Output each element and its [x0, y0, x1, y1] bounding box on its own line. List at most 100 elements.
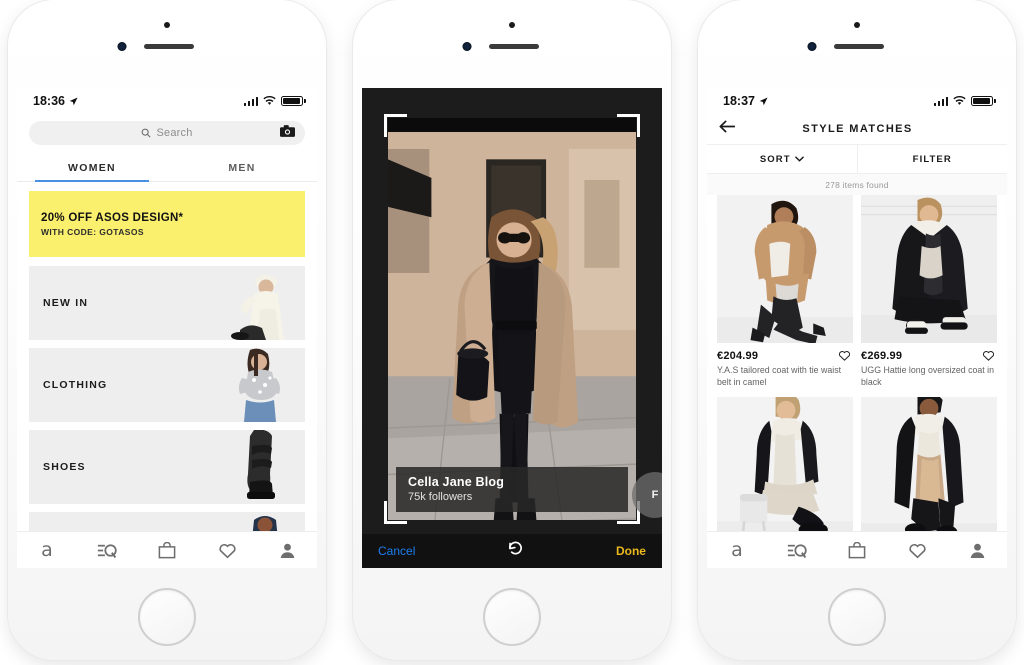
page-title: STYLE MATCHES	[802, 123, 913, 135]
product-photo-seated-black-coat	[717, 396, 853, 545]
heart-icon[interactable]	[838, 349, 851, 362]
tab-account[interactable]	[276, 539, 298, 561]
phone-device-right: 18:37 STYLE MATCHES SORT FILTER 278 item…	[698, 0, 1016, 660]
back-button[interactable]	[719, 120, 736, 138]
sensor-dot-icon	[164, 22, 170, 28]
sort-filter-bar: SORT FILTER	[707, 145, 1007, 174]
product-price: €269.99	[861, 349, 903, 362]
category-card-shoes[interactable]: SHOES	[29, 430, 305, 504]
done-button[interactable]: Done	[616, 544, 646, 558]
phone-bezel-top	[353, 0, 671, 88]
tab-men[interactable]: MEN	[167, 153, 317, 181]
front-camera-icon	[117, 42, 127, 51]
asos-logo-icon: a	[731, 538, 743, 561]
product-card[interactable]: €204.99 Y.A.S tailored coat with tie wai…	[717, 195, 853, 389]
search-placeholder-text: Search	[156, 127, 193, 139]
shopping-bag-icon	[848, 541, 866, 558]
promo-subline: WITH CODE: GOTASOS	[41, 226, 144, 237]
battery-icon	[971, 96, 993, 106]
camera-search-button[interactable]	[280, 124, 295, 142]
home-button[interactable]	[483, 588, 541, 646]
phone3-bottom-tabbar: a	[707, 531, 1007, 568]
camera-toolbar: Cancel Done	[362, 534, 662, 568]
home-button[interactable]	[138, 588, 196, 646]
search-icon	[142, 128, 152, 138]
asos-logo-icon: a	[41, 538, 53, 561]
battery-icon	[281, 96, 303, 106]
heart-icon	[908, 543, 926, 558]
tab-saved[interactable]	[906, 539, 928, 561]
account-person-icon	[970, 543, 984, 558]
search-placeholder-group: Search	[141, 127, 192, 139]
product-price-row: €204.99	[717, 349, 853, 362]
crop-bracket-top-left-icon[interactable]	[384, 114, 407, 137]
phone3-status-bar: 18:37	[707, 88, 1007, 114]
product-card[interactable]: €269.99 UGG Hattie long oversized coat i…	[861, 195, 997, 389]
sort-label: SORT	[759, 153, 791, 165]
location-arrow-icon	[69, 96, 78, 105]
category-card-new-in[interactable]: NEW IN	[29, 266, 305, 340]
search-section: Search	[17, 114, 317, 153]
home-button[interactable]	[828, 588, 886, 646]
tab-bag[interactable]	[156, 539, 178, 561]
photo-top-letterbox	[388, 118, 636, 132]
creator-info-card[interactable]: Cella Jane Blog 75k followers	[396, 467, 628, 512]
creator-name: Cella Jane Blog	[408, 475, 505, 489]
back-arrow-icon	[719, 120, 735, 133]
promo-banner[interactable]: 20% OFF ASOS DESIGN* WITH CODE: GOTASOS	[29, 191, 305, 257]
tab-saved[interactable]	[216, 539, 238, 561]
account-person-icon	[280, 543, 294, 558]
phone-bezel-top	[8, 0, 326, 88]
tab-men-label: MEN	[228, 162, 256, 174]
product-image[interactable]	[861, 195, 997, 343]
heart-icon	[218, 543, 236, 558]
tab-bag[interactable]	[846, 539, 868, 561]
product-image[interactable]	[717, 195, 853, 343]
undo-rotate-icon	[509, 541, 523, 555]
tab-home-asos[interactable]: a	[726, 539, 748, 561]
phone3-screen: 18:37 STYLE MATCHES SORT FILTER 278 item…	[707, 88, 1007, 568]
three-phone-mockup-stage: 18:36 Search WOMEN MEN 20% OFF ASOS DESI…	[0, 0, 1024, 665]
filter-button[interactable]: FILTER	[858, 145, 1008, 173]
category-label: CLOTHING	[43, 379, 108, 391]
tab-discover[interactable]	[786, 539, 808, 561]
sensor-dot-icon	[854, 22, 860, 28]
tab-discover[interactable]	[96, 539, 118, 561]
product-meta: €204.99 Y.A.S tailored coat with tie wai…	[717, 343, 853, 389]
location-arrow-icon	[759, 96, 768, 105]
crop-bracket-top-right-icon[interactable]	[617, 114, 640, 137]
tab-account[interactable]	[966, 539, 988, 561]
product-photo-camel-coat	[717, 195, 853, 343]
phone2-screen: F Cella Jane Blog 75k followers Cancel D…	[362, 88, 662, 568]
search-input[interactable]: Search	[29, 121, 305, 145]
product-image[interactable]	[717, 396, 853, 545]
category-card-clothing[interactable]: CLOTHING	[29, 348, 305, 422]
style-matches-header: STYLE MATCHES	[707, 114, 1007, 145]
follow-button-label: F	[651, 489, 659, 501]
captured-photo[interactable]	[388, 118, 636, 520]
front-camera-icon	[462, 42, 472, 51]
phone1-status-bar: 18:36	[17, 88, 317, 114]
tab-women[interactable]: WOMEN	[17, 153, 167, 182]
product-photo-long-black-coat-tan-trousers	[861, 396, 997, 545]
sort-button[interactable]: SORT	[707, 145, 858, 173]
status-left: 18:36	[33, 94, 78, 108]
gender-tabs: WOMEN MEN	[17, 153, 317, 182]
earpiece-speaker	[144, 44, 194, 49]
rotate-button[interactable]	[507, 541, 524, 561]
status-right	[933, 96, 993, 106]
cellular-signal-icon	[243, 96, 258, 106]
phone1-screen: 18:36 Search WOMEN MEN 20% OFF ASOS DESI…	[17, 88, 317, 568]
promo-headline: 20% OFF ASOS DESIGN*	[41, 211, 184, 224]
product-image[interactable]	[861, 396, 997, 545]
category-thumbnail	[210, 266, 305, 340]
heart-icon[interactable]	[982, 349, 995, 362]
search-discover-icon	[97, 543, 117, 558]
camera-capture-view: F Cella Jane Blog 75k followers Cancel D…	[362, 88, 662, 568]
tab-home-asos[interactable]: a	[36, 539, 58, 561]
product-price: €204.99	[717, 349, 759, 362]
cancel-button[interactable]: Cancel	[378, 544, 415, 558]
phone1-bottom-tabbar: a	[17, 531, 317, 568]
camera-icon	[280, 125, 295, 137]
cellular-signal-icon	[933, 96, 948, 106]
